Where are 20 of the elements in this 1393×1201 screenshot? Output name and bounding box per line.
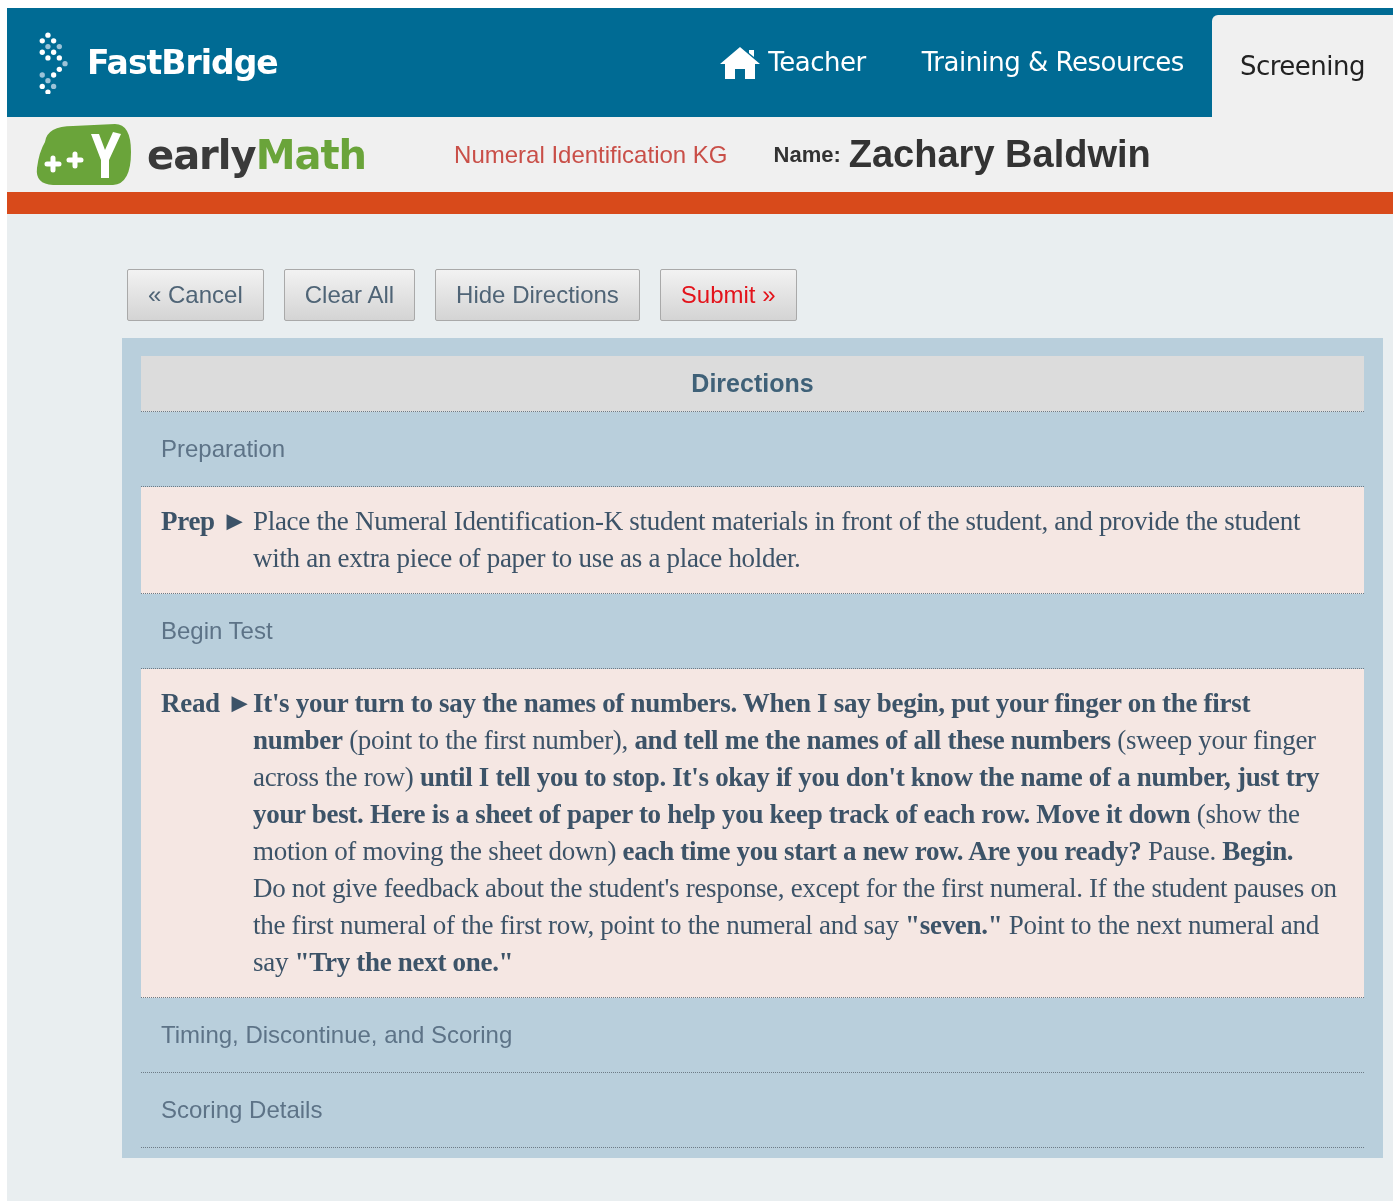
toolbar-button[interactable]: « Cancel (127, 269, 264, 321)
brand-name: FastBridge (87, 41, 278, 84)
nav-tab[interactable]: Training & Resources (893, 8, 1212, 117)
step-text: Place the Numeral Identification-K student materials in front of the student, and provide the student with an extra piece of paper to use as a place holder. (253, 505, 1302, 575)
step-label: Read ► (161, 687, 253, 720)
section-heading[interactable]: Scoring Details (141, 1073, 1364, 1148)
section-heading[interactable]: Timing, Discontinue, and Scoring (141, 998, 1364, 1073)
submit-button[interactable]: Submit » (659, 269, 797, 321)
student-name: Zachary Baldwin (848, 132, 1151, 177)
assessment-name: Numeral Identification KG (454, 139, 728, 170)
directions-header: Directions (141, 356, 1364, 412)
step-text: Do not give feedback about the student's response, except for the first numeral. If the student pauses on the first numeral of the first row, point to the numeral and say "seven." Point to the next numeral and say "Try the next one." (253, 872, 1338, 979)
nav-tab[interactable]: Teacher (690, 8, 894, 117)
toolbar-button[interactable]: Hide Directions (435, 269, 640, 321)
name-label: Name: (773, 141, 841, 169)
toolbar-button[interactable]: Clear All (283, 269, 416, 321)
product-name: earlyMath (147, 130, 367, 180)
step-label: Prep ► (161, 505, 249, 538)
step-text: It's your turn to say the names of numbers. When I say begin, put your finger on the first number (point to the first number), and tell me the names of all these numbers (sweep your finger across the row) until I tell you to stop. It's okay if you don't know the name of a number, just try your best. Here is a sheet of paper to help you keep track of each row. Move it down (show the motion of moving the sheet down) each time you start a new row. Are you ready? Pause. Begin. (253, 687, 1321, 868)
nav-tab[interactable]: Screening (1211, 15, 1393, 117)
